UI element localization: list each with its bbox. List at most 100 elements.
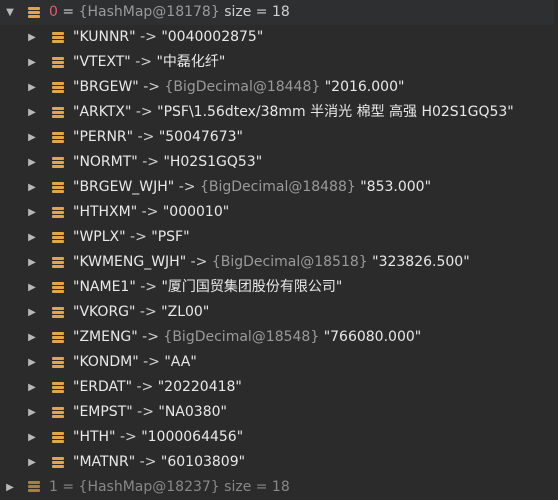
entry-arrow: -> (143, 79, 160, 95)
entry-arrow: -> (140, 29, 157, 45)
entry-label: "ERDAT" -> "20220418" (73, 375, 242, 400)
entry-key: "ARKTX" (73, 104, 132, 120)
entry-key: "ZMENG" (73, 329, 138, 345)
entry-value: "50047673" (158, 129, 243, 145)
entry-arrow: -> (119, 429, 137, 445)
entry-label: "KUNNR" -> "0040002875" (73, 25, 263, 50)
tree-row-entry[interactable]: ▶ "NORMT" -> "H02S1GQ53" (0, 150, 558, 175)
entry-reference: {BigDecimal@18488} (199, 179, 356, 195)
tree-row-entry[interactable]: ▶ "BRGEW" -> {BigDecimal@18448} "2016.000… (0, 75, 558, 100)
entry-reference: {BigDecimal@18518} (211, 254, 368, 270)
root-reference: {HashMap@18178} (78, 4, 220, 20)
triangle-right-icon[interactable]: ▶ (24, 375, 40, 400)
entry-key: "NORMT" (73, 154, 138, 170)
triangle-down-icon[interactable]: ▼ (2, 0, 18, 25)
field-list-icon (52, 157, 64, 168)
field-list-icon (28, 7, 40, 18)
entry-value: "中磊化纤" (156, 54, 226, 70)
tree-row-partial-next-root[interactable]: ▶ 1 = {HashMap@18237} size = 18 (0, 475, 558, 500)
tree-row-entry[interactable]: ▶ "HTH" -> "1000064456" (0, 425, 558, 450)
entry-key: "KONDM" (73, 354, 139, 370)
field-list-icon (52, 107, 64, 118)
entry-key: "VKORG" (73, 304, 136, 320)
triangle-right-icon[interactable]: ▶ (24, 400, 40, 425)
field-list-icon (52, 32, 64, 43)
triangle-right-icon[interactable]: ▶ (24, 200, 40, 225)
entry-label: "VKORG" -> "ZL00" (73, 300, 209, 325)
entry-key: "KWMENG_WJH" (73, 254, 187, 270)
triangle-right-icon[interactable]: ▶ (24, 125, 40, 150)
field-list-icon (52, 357, 64, 368)
entry-value: "1000064456" (141, 429, 244, 445)
scrollbar[interactable] (554, 0, 558, 487)
debug-variables-tree: ▼ 0 = {HashMap@18178} size = 18 ▶ "KUNNR"… (0, 0, 558, 475)
entry-label: "WPLX" -> "PSF" (73, 225, 190, 250)
field-list-icon (52, 257, 64, 268)
triangle-right-icon[interactable]: ▶ (24, 250, 40, 275)
tree-row-entry[interactable]: ▶ "ZMENG" -> {BigDecimal@18548} "766080.0… (0, 325, 558, 350)
tree-row-entry[interactable]: ▶ "HTHXM" -> "000010" (0, 200, 558, 225)
entry-label: "MATNR" -> "60103809" (73, 450, 245, 475)
entry-arrow: -> (140, 279, 158, 295)
entry-value: "PSF" (151, 229, 190, 245)
triangle-right-icon[interactable]: ▶ (24, 325, 40, 350)
triangle-right-icon[interactable]: ▶ (24, 275, 40, 300)
triangle-right-icon[interactable]: ▶ (24, 225, 40, 250)
triangle-right-icon[interactable]: ▶ (24, 100, 40, 125)
entry-arrow: -> (130, 229, 147, 245)
field-list-icon (52, 132, 64, 143)
tree-row-entry[interactable]: ▶ "NAME1" -> "厦门国贸集团股份有限公司" (0, 275, 558, 300)
entry-key: "EMPST" (73, 404, 133, 420)
triangle-right-icon[interactable]: ▶ (24, 75, 40, 100)
entry-value: "0040002875" (161, 29, 264, 45)
tree-row-entry[interactable]: ▶ "VKORG" -> "ZL00" (0, 300, 558, 325)
entry-key: "PERNR" (73, 129, 134, 145)
entry-key: "MATNR" (73, 454, 136, 470)
field-list-icon (52, 382, 64, 393)
field-list-icon (52, 57, 64, 68)
tree-row-entry[interactable]: ▶ "MATNR" -> "60103809" (0, 450, 558, 475)
entry-key: "VTEXT" (73, 54, 131, 70)
field-list-icon (52, 82, 64, 93)
tree-row-entry[interactable]: ▶ "PERNR" -> "50047673" (0, 125, 558, 150)
entry-arrow: -> (135, 54, 152, 70)
entry-reference: {BigDecimal@18548} (163, 329, 320, 345)
tree-row-entry[interactable]: ▶ "KONDM" -> "AA" (0, 350, 558, 375)
entry-label: "BRGEW_WJH" -> {BigDecimal@18488} "853.0… (73, 175, 431, 200)
entry-value: "ZL00" (161, 304, 210, 320)
triangle-right-icon[interactable]: ▶ (24, 350, 40, 375)
entry-value: "323826.500" (372, 254, 470, 270)
entry-key: "BRGEW_WJH" (73, 179, 175, 195)
entry-value: "AA" (164, 354, 197, 370)
root-node-label: 0 = {HashMap@18178} size = 18 (49, 0, 290, 25)
tree-row-entry[interactable]: ▶ "WPLX" -> "PSF" (0, 225, 558, 250)
triangle-right-icon[interactable]: ▶ (2, 475, 18, 500)
triangle-right-icon[interactable]: ▶ (24, 175, 40, 200)
entry-label: "EMPST" -> "NA0380" (73, 400, 227, 425)
tree-row-entry[interactable]: ▶ "VTEXT" -> "中磊化纤" (0, 50, 558, 75)
entry-key: "KUNNR" (73, 29, 136, 45)
tree-row-entry[interactable]: ▶ "KWMENG_WJH" -> {BigDecimal@18518} "323… (0, 250, 558, 275)
entry-key: "WPLX" (73, 229, 126, 245)
entry-value: "20220418" (157, 379, 242, 395)
tree-row-entry[interactable]: ▶ "EMPST" -> "NA0380" (0, 400, 558, 425)
field-list-icon (52, 432, 64, 443)
tree-row-entry[interactable]: ▶ "BRGEW_WJH" -> {BigDecimal@18488} "853.… (0, 175, 558, 200)
tree-row-root[interactable]: ▼ 0 = {HashMap@18178} size = 18 (0, 0, 558, 25)
field-list-icon (52, 207, 64, 218)
triangle-right-icon[interactable]: ▶ (24, 150, 40, 175)
tree-row-entry[interactable]: ▶ "ARKTX" -> "PSF\1.56dtex/38mm 半消光 棉型 高强… (0, 100, 558, 125)
entry-value: "NA0380" (158, 404, 227, 420)
entry-reference: {BigDecimal@18448} (164, 79, 321, 95)
triangle-right-icon[interactable]: ▶ (24, 300, 40, 325)
triangle-right-icon[interactable]: ▶ (24, 50, 40, 75)
triangle-right-icon[interactable]: ▶ (24, 425, 40, 450)
triangle-right-icon[interactable]: ▶ (24, 25, 40, 50)
tree-row-entry[interactable]: ▶ "KUNNR" -> "0040002875" (0, 25, 558, 50)
entry-value: "853.000" (360, 179, 432, 195)
entry-label: "HTH" -> "1000064456" (73, 425, 243, 450)
tree-row-entry[interactable]: ▶ "ERDAT" -> "20220418" (0, 375, 558, 400)
entry-label: "ARKTX" -> "PSF\1.56dtex/38mm 半消光 棉型 高强 … (73, 100, 514, 125)
triangle-right-icon[interactable]: ▶ (24, 450, 40, 475)
entry-key: "NAME1" (73, 279, 136, 295)
